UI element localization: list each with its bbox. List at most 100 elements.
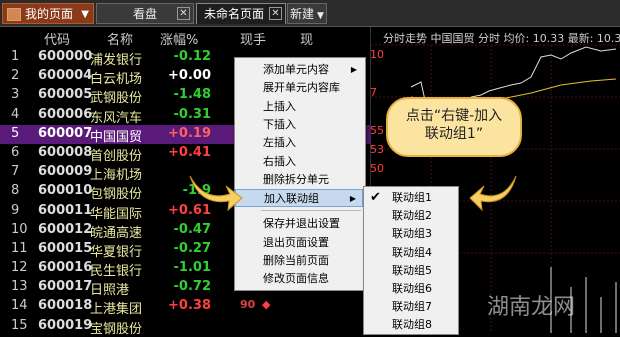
context-menu-item[interactable]: 展开单元内容库 [235, 79, 363, 97]
tab-unnamed-page-label: 未命名页面 [203, 7, 264, 21]
col-change[interactable]: 涨幅% [160, 29, 198, 48]
stock-code: 600009 [38, 164, 93, 180]
table-header: 代码 名称 涨幅% 现手 现 [0, 27, 380, 48]
link-group-label: 联动组3 [392, 227, 432, 241]
stock-code: 600005 [38, 87, 93, 103]
close-icon[interactable]: ✕ [177, 7, 190, 20]
stock-name: 武钢股份 [90, 91, 143, 107]
stock-code: 600010 [38, 183, 93, 199]
y-label: 10 [370, 48, 384, 61]
link-group-label: 联动组4 [392, 245, 432, 259]
y-label: 55 [370, 124, 384, 137]
menu-item-label: 加入联动组 [264, 192, 319, 206]
menu-item-label: 右插入 [263, 154, 296, 168]
change-percent: +0.00 [168, 68, 211, 84]
link-group-label: 联动组8 [392, 318, 432, 332]
tab-bar: 我的页面 ▼ 看盘 ✕ 未命名页面 ✕ 新建 ▼ [0, 0, 620, 27]
change-percent: -0.47 [173, 221, 211, 237]
context-menu-item[interactable]: 添加单元内容 ▶ [235, 61, 363, 79]
menu-item-label: 展开单元内容库 [263, 81, 340, 95]
context-menu-item[interactable]: 下插入 [235, 116, 363, 134]
stock-code: 600012 [38, 221, 93, 237]
trade-direction-icon: ◆ [262, 298, 271, 312]
stock-code: 600015 [38, 240, 93, 256]
context-menu-item[interactable]: 保存并退出设置 [235, 215, 363, 233]
submenu-arrow-icon: ▶ [350, 65, 357, 74]
context-menu-item[interactable]: 删除当前页面 [235, 252, 363, 270]
context-menu-item[interactable]: 上插入 [235, 98, 363, 116]
y-label: 7 [370, 86, 377, 99]
link-group-label: 联动组7 [392, 300, 432, 314]
context-menu-item[interactable]: 删除拆分单元 [235, 171, 363, 189]
stock-name: 东风汽车 [90, 110, 143, 126]
stock-code: 600004 [38, 68, 93, 84]
row-number: 4 [11, 106, 20, 122]
row-number: 8 [11, 183, 20, 199]
table-row[interactable]: 14 600018 上港集团 +0.38 90 ◆ [0, 297, 380, 318]
stock-name: 首创股份 [90, 148, 143, 164]
link-group-submenu: ✔ 联动组1 联动组2 联动组3 联动组4 联动组5 联动组6 联动组7 联动组8 [363, 186, 459, 335]
context-menu-item[interactable]: 修改页面信息 [235, 270, 363, 288]
tab-kanpan[interactable]: 看盘 ✕ [96, 3, 194, 24]
stock-code: 600019 [38, 317, 93, 333]
chart-latest-label: 最新: [567, 32, 594, 45]
link-group-item[interactable]: 联动组6 [364, 280, 456, 298]
stock-code: 600007 [38, 125, 93, 141]
row-number: 6 [11, 144, 20, 160]
chart-label: 分时走势 [383, 32, 427, 45]
tab-new[interactable]: 新建 ▼ [287, 3, 327, 24]
context-menu-item[interactable]: 右插入 [235, 153, 363, 171]
menu-item-label: 下插入 [263, 117, 296, 131]
chevron-down-icon[interactable]: ▼ [317, 11, 324, 21]
stock-name: 中国国贸 [90, 129, 143, 145]
submenu-arrow-icon: ▶ [349, 194, 356, 204]
watermark: 湖南龙网 [487, 295, 576, 320]
chart-avg-price: 10.33 [532, 32, 565, 45]
close-icon[interactable]: ✕ [269, 7, 282, 20]
col-current[interactable]: 现手 [240, 29, 266, 48]
link-group-item[interactable]: 联动组4 [364, 244, 456, 262]
chevron-down-icon[interactable]: ▼ [81, 4, 89, 25]
col-volume[interactable]: 现 [300, 29, 313, 48]
callout-line2: 联动组1” [424, 126, 484, 142]
stock-name: 上海机场 [90, 168, 143, 184]
link-group-item[interactable]: 联动组3 [364, 225, 456, 243]
stock-code: 600017 [38, 279, 93, 295]
row-number: 2 [11, 68, 20, 84]
tab-my-pages[interactable]: 我的页面 ▼ [2, 3, 94, 24]
col-name[interactable]: 名称 [107, 29, 133, 48]
current-volume: 90 [240, 298, 256, 312]
stock-name: 民生银行 [90, 264, 143, 280]
link-group-label: 联动组1 [392, 191, 432, 204]
stock-name: 白云机场 [90, 72, 143, 88]
y-label: 53 [370, 143, 384, 156]
link-group-item[interactable]: 联动组5 [364, 262, 456, 280]
link-group-item[interactable]: 联动组2 [364, 207, 456, 225]
menu-item-label: 删除拆分单元 [263, 172, 329, 186]
context-menu-item[interactable]: 退出页面设置 [235, 234, 363, 252]
link-group-item[interactable]: 联动组8 [364, 316, 456, 334]
tab-my-pages-label: 我的页面 [25, 7, 74, 21]
tab-unnamed-page[interactable]: 未命名页面 ✕ [196, 3, 286, 24]
change-percent: -0.27 [173, 240, 211, 256]
menu-item-label: 上插入 [263, 99, 296, 113]
row-number: 11 [11, 240, 28, 256]
menu-separator [261, 210, 361, 212]
link-group-item[interactable]: 联动组7 [364, 298, 456, 316]
context-menu-item[interactable]: 左插入 [235, 134, 363, 152]
row-number: 5 [11, 125, 20, 141]
menu-item-label: 删除当前页面 [263, 254, 329, 267]
menu-item-label: 左插入 [263, 136, 296, 150]
stock-name: 上港集团 [90, 302, 143, 318]
change-percent: -1.48 [173, 87, 211, 103]
callout-line1: 点击“右键-加入 [405, 108, 503, 124]
checkmark-icon: ✔ [370, 190, 381, 205]
link-group-label: 联动组2 [392, 209, 432, 223]
link-group-item[interactable]: ✔ 联动组1 [364, 189, 456, 207]
stock-name: 浦发银行 [90, 53, 143, 68]
stock-name: 包钢股份 [90, 187, 143, 203]
context-menu-item[interactable]: 加入联动组 ▶ [235, 189, 363, 208]
chart-stock-name: 中国国贸 [430, 32, 475, 45]
row-number: 9 [11, 202, 20, 218]
col-code[interactable]: 代码 [44, 29, 70, 48]
